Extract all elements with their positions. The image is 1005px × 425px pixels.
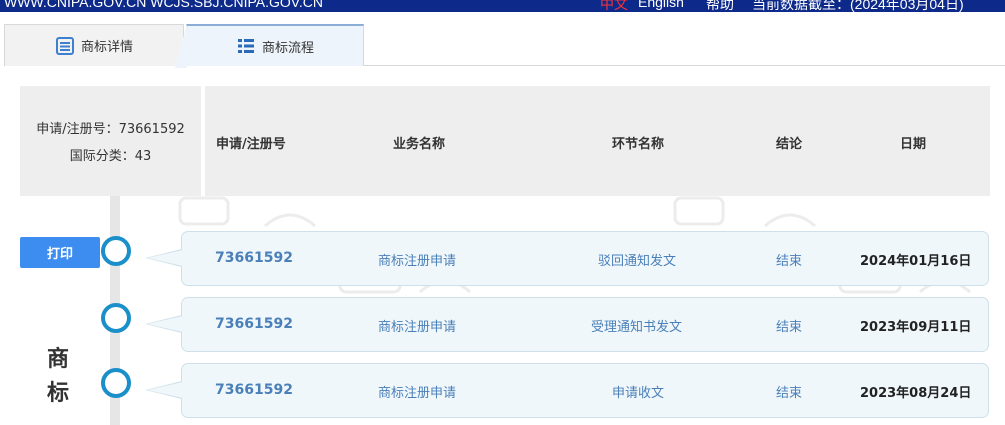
cell-reg-no[interactable]: 73661592: [215, 316, 293, 332]
document-list-icon: [55, 36, 75, 56]
lang-chinese-link[interactable]: 中文: [600, 0, 628, 12]
side-title-char-2: 标: [46, 381, 69, 406]
trademark-summary: 申请/注册号：73661592 国际分类：43: [20, 86, 201, 196]
lang-english-link[interactable]: English: [638, 0, 684, 10]
table-row: 73661592 商标注册申请 申请收文 结束 2023年08月24日: [145, 363, 989, 418]
cell-step: 驳回通知发文: [598, 254, 677, 269]
top-bar: WWW.CNIPA.GOV.CN WCJS.SBJ.CNIPA.GOV.CN 中…: [0, 0, 1005, 12]
col-header-business: 业务名称: [393, 137, 446, 152]
cell-result: 结束: [776, 320, 803, 335]
cell-step: 受理通知书发文: [591, 320, 683, 335]
site-links[interactable]: WWW.CNIPA.GOV.CN WCJS.SBJ.CNIPA.GOV.CN: [4, 0, 323, 10]
data-as-of-text: 当前数据截至：(2024年03月04日): [752, 0, 964, 12]
table-header: 申请/注册号 业务名称 环节名称 结论 日期: [205, 86, 990, 196]
summary-reg-no: 申请/注册号：73661592: [36, 122, 185, 137]
cell-result: 结束: [776, 254, 803, 269]
cell-result: 结束: [776, 386, 803, 401]
side-title: 商 标: [38, 343, 78, 411]
col-header-result: 结论: [776, 137, 803, 152]
cell-business: 商标注册申请: [378, 254, 457, 269]
tab-flow-label: 商标流程: [261, 40, 314, 56]
tab-trademark-flow[interactable]: 商标流程: [175, 24, 364, 68]
cell-reg-no[interactable]: 73661592: [215, 250, 293, 266]
print-button[interactable]: 打印: [20, 237, 100, 268]
tab-detail-label: 商标详情: [80, 40, 133, 55]
cell-date: 2024年01月16日: [860, 254, 972, 269]
col-header-date: 日期: [900, 137, 927, 152]
tab-trademark-detail[interactable]: 商标详情: [4, 24, 184, 66]
side-title-char-1: 商: [46, 347, 69, 372]
cell-business: 商标注册申请: [378, 320, 457, 335]
col-header-reg-no: 申请/注册号: [216, 137, 286, 152]
timeline-node: [101, 236, 131, 266]
cell-reg-no[interactable]: 73661592: [215, 382, 293, 398]
help-link[interactable]: 帮助: [706, 0, 734, 12]
summary-intl-class: 国际分类：43: [69, 149, 152, 164]
cell-date: 2023年09月11日: [860, 320, 972, 335]
table-row: 73661592 商标注册申请 驳回通知发文 结束 2024年01月16日: [145, 231, 989, 286]
cell-step: 申请收文: [612, 386, 665, 401]
table-row: 73661592 商标注册申请 受理通知书发文 结束 2023年09月11日: [145, 297, 989, 352]
col-header-step: 环节名称: [612, 137, 665, 152]
list-icon: [236, 36, 256, 56]
tab-bar: 商标详情 商标流程: [4, 24, 1005, 68]
cell-date: 2023年08月24日: [860, 386, 972, 401]
timeline-node: [101, 303, 131, 333]
timeline-node: [101, 368, 131, 398]
cell-business: 商标注册申请: [378, 386, 457, 401]
